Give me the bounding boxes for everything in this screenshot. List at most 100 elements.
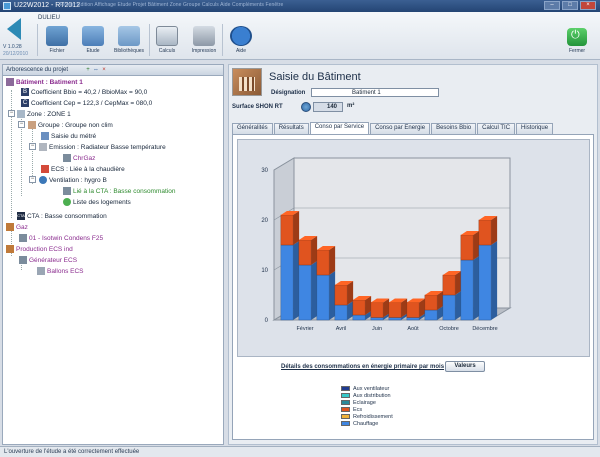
aide-button[interactable]: Aide [224, 24, 258, 58]
study-icon [82, 26, 104, 46]
shon-unit: m² [347, 103, 355, 109]
tree-node-ballons[interactable]: Ballons ECS [37, 266, 84, 276]
production-icon [6, 245, 14, 253]
tree-node-gaz[interactable]: Gaz [6, 222, 28, 232]
tab-generalites[interactable]: Généralités [232, 123, 273, 134]
project-tree: Bâtiment : Batiment 1 B Coefficient Bbio… [3, 76, 223, 444]
bar-segment [460, 259, 474, 321]
tree-panel-title: Arborescence du projet [6, 67, 69, 73]
tree-node-prod-ecs[interactable]: Production ECS ind [6, 244, 73, 254]
etude-button[interactable]: Etude [76, 24, 110, 58]
move-icon[interactable]: ⇔ [93, 67, 99, 73]
y-tick-label: 0 [265, 318, 269, 324]
bar-segment-side [311, 261, 318, 320]
legend-swatch [341, 386, 350, 391]
calculator-icon [156, 26, 178, 46]
tree-node-cta-link[interactable]: Lié à la CTA : Basse consommation [63, 186, 175, 196]
delete-icon[interactable]: × [101, 67, 107, 73]
legend-item: Eclairage [341, 399, 393, 406]
bar-segment [316, 249, 330, 276]
ventilation-expander[interactable]: − [29, 176, 36, 183]
legend-swatch [341, 407, 350, 412]
fermer-button[interactable]: Fermer [562, 26, 592, 58]
bar-segment [298, 264, 312, 321]
consumption-chart: 0 10 20 30 Février Avril Juin Août Octobre Décemb… [261, 157, 512, 332]
help-icon [230, 26, 252, 46]
bar-segment-side [311, 236, 318, 265]
logo-arrow-icon [7, 18, 21, 40]
cta-icon: CTA [17, 212, 25, 220]
building-icon [232, 68, 262, 96]
tree-node-chaudiere[interactable]: 01 - Isotwin Condens F25 [19, 233, 103, 243]
legend-swatch [341, 421, 350, 426]
tab-resultats[interactable]: Résultats [273, 123, 309, 134]
groupe-expander[interactable]: − [18, 121, 25, 128]
tab-besoins-bbio[interactable]: Besoins Bbio [431, 123, 477, 134]
designation-label: Désignation [271, 90, 306, 96]
expand-all-icon[interactable]: + [85, 67, 91, 73]
tree-node-bbio[interactable]: B Coefficient Bbio = 40,2 / BbioMax = 90… [21, 87, 147, 97]
bar-segment [478, 244, 492, 321]
minimize-button[interactable]: – [544, 1, 560, 10]
bar-segment [406, 317, 420, 321]
tree-node-batiment[interactable]: Bâtiment : Batiment 1 [6, 77, 83, 87]
tree-node-chgaz[interactable]: ChrGaz [63, 153, 95, 163]
shon-input[interactable]: 140 [313, 102, 343, 112]
file-icon [46, 26, 68, 46]
fan-icon [39, 176, 47, 184]
valeurs-button[interactable]: Valeurs [445, 361, 485, 372]
close-window-button[interactable]: × [580, 1, 596, 10]
bar-segment [442, 274, 456, 296]
bar-segment [460, 234, 474, 261]
legend-label: Eclairage [353, 399, 376, 406]
gas-icon [6, 223, 14, 231]
bar-segment [424, 309, 438, 321]
fichier-button[interactable]: Fichier [40, 24, 74, 58]
calculs-button[interactable]: Calculs [150, 24, 184, 58]
tab-conso-energie[interactable]: Conso par Energie [370, 123, 431, 134]
tab-calcul-tic[interactable]: Calcul TIC [477, 123, 516, 134]
x-tick-label: Octobre [439, 326, 459, 332]
legend-swatch [341, 400, 350, 405]
bar-segment-side [329, 246, 336, 275]
shon-picker-button[interactable] [301, 102, 311, 112]
tree-node-cta[interactable]: CTA CTA : Basse consommation [17, 211, 107, 221]
designation-input[interactable]: Batiment 1 [311, 88, 439, 97]
bar-segment [280, 214, 294, 246]
tree-node-ventilation[interactable]: Ventilation : hygro B [39, 175, 107, 185]
building-form-panel: Saisie du Bâtiment Désignation Batiment … [228, 64, 598, 445]
maximize-button[interactable]: □ [562, 1, 578, 10]
tree-node-cep[interactable]: C Coefficient Cep = 122,3 / CepMax = 080… [21, 98, 152, 108]
radiator-icon [39, 143, 47, 151]
tree-node-metre[interactable]: Saisie du métré [41, 131, 96, 141]
tree-node-groupe[interactable]: Groupe : Groupe non clim [28, 120, 113, 130]
tab-historique[interactable]: Historique [516, 123, 554, 134]
power-icon [567, 28, 587, 46]
generator-icon [19, 256, 27, 264]
bbio-icon: B [21, 88, 29, 96]
menu-bar[interactable]: Fichier Edition Affichage Etude Projet B… [60, 2, 520, 8]
bar-segment [370, 317, 384, 321]
bar-segment-side [293, 211, 300, 245]
bar-segment-side [473, 231, 480, 260]
ruler-icon [41, 132, 49, 140]
chart-area: 0 10 20 30 Février Avril Juin Août Octobre Décemb… [237, 139, 590, 357]
tree-node-zone[interactable]: Zone : ZONE 1 [17, 109, 71, 119]
legend-item: Aux ventilateur [341, 385, 393, 392]
bar-segment [370, 302, 384, 318]
emission-expander[interactable]: − [29, 143, 36, 150]
bar-segment [316, 274, 330, 321]
tree-node-logements[interactable]: Liste des logements [63, 197, 131, 207]
bibliotheques-button[interactable]: Bibliothèques [112, 24, 146, 58]
bar-segment-side [329, 271, 336, 320]
hot-water-icon [41, 165, 49, 173]
impression-button[interactable]: Impression [187, 24, 221, 58]
zone-expander[interactable]: − [8, 110, 15, 117]
x-tick-label: Juin [372, 326, 382, 332]
tab-conso-service[interactable]: Conso par Service [309, 122, 370, 134]
boiler-icon [19, 234, 27, 242]
tree-node-ecs[interactable]: ECS : Liée à la chaudière [41, 164, 125, 174]
legend-item: Refroidissement [341, 413, 393, 420]
tree-node-emission[interactable]: Emission : Radiateur Basse température [39, 142, 166, 152]
tree-node-generateur[interactable]: Générateur ECS [19, 255, 77, 265]
